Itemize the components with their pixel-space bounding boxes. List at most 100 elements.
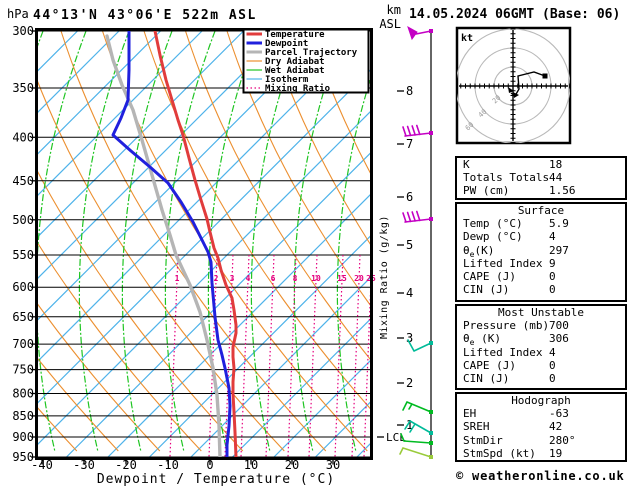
stat-row: Lifted Index 9 (457, 257, 625, 270)
stat-row: Pressure (mb) 700 (457, 319, 625, 332)
most-unstable-box-title: Most Unstable (497, 306, 585, 319)
km-tick-label: 2 (406, 376, 413, 390)
stat-row: EH -63 (457, 407, 625, 420)
stat-value: 9 (549, 256, 556, 270)
stat-label: CIN (J) (463, 283, 510, 297)
wind-barb (402, 401, 433, 414)
mixing-ratio-label: 2 (214, 274, 219, 283)
mixing-ratio-labels: 1 2 3 4 6 8 10 15 20 25 (175, 274, 376, 283)
mixing-ratio-line (169, 254, 179, 457)
stat-row: Temp (°C) 5.9 (457, 217, 625, 230)
stat-row: Dewp (°C) 4 (457, 230, 625, 243)
stat-label: θe(K) (463, 243, 495, 259)
most-unstable-box: Most Unstable Pressure (mb) 700 θe (K) 306 Li… (455, 304, 627, 390)
stat-label: CAPE (J) (463, 358, 516, 372)
pressure-tick-label: 450 (12, 174, 34, 188)
km-tick-label: 7 (406, 137, 413, 151)
mixing-ratio-lines (169, 254, 370, 457)
mixing-ratio-line (308, 254, 318, 457)
stat-label: StmDir (463, 433, 503, 447)
barb-node (429, 341, 433, 345)
barb-stroke (399, 447, 432, 458)
stat-value: 306 (549, 332, 569, 346)
surface-box: Surface Temp (°C) 5.9 Dewp (°C) 4 θe(K) 297 Lif… (455, 202, 627, 302)
stat-value: 0 (549, 371, 556, 385)
stat-label: CIN (J) (463, 371, 510, 385)
stat-value: 280° (549, 433, 576, 447)
stat-label: Temp (°C) (463, 217, 523, 231)
stat-row: CIN (J) 0 (457, 283, 625, 296)
temp-tick-label: -10 (157, 458, 179, 472)
mixing-ratio-label: 15 (337, 274, 347, 283)
pressure-tick-label: 650 (12, 310, 34, 324)
barb-stroke (402, 210, 432, 223)
wet-adiabat-line (250, 31, 302, 452)
wind-barb-staff (399, 25, 433, 459)
temp-tick-label: 30 (326, 458, 340, 472)
stat-value: 1.56 (549, 184, 576, 198)
x-axis-label: Dewpoint / Temperature (°C) (96, 472, 336, 486)
footer-credit: © weatheronline.co.uk (456, 469, 625, 483)
hodograph-stats-box-title: Hodograph (511, 394, 571, 407)
pressure-tick-label: 400 (12, 130, 34, 144)
stat-label: Dewp (°C) (463, 230, 523, 244)
stat-value: 700 (549, 319, 569, 333)
stat-row: CAPE (J) 0 (457, 359, 625, 372)
wet-adiabat-line (38, 31, 87, 452)
temp-tick-label: -20 (115, 458, 137, 472)
wet-adiabat-line (78, 31, 130, 452)
stat-label: CAPE (J) (463, 269, 516, 283)
stat-row: SREH 42 (457, 420, 625, 433)
pressure-unit-label: hPa (7, 7, 29, 21)
station-title: 44°13'N 43°06'E 522m ASL (33, 8, 257, 23)
stat-row: CIN (J) 0 (457, 372, 625, 385)
surface-box-title: Surface (517, 204, 565, 217)
stat-label: K (463, 158, 470, 171)
wet-adiabat-line (121, 31, 173, 452)
mixing-ratio-label: 8 (293, 274, 298, 283)
stat-label: θe (K) (463, 332, 501, 348)
stat-value: 44 (549, 171, 563, 185)
pressure-tick-label: 350 (12, 81, 34, 95)
dry-adiabat-line (38, 81, 285, 452)
temp-tick-label: 20 (285, 458, 299, 472)
stat-label: StmSpd (kt) (463, 446, 536, 460)
legend-label: Mixing Ratio (265, 83, 330, 94)
stat-label: PW (cm) (463, 184, 510, 198)
dry-adiabat-line (226, 31, 370, 306)
mixing-ratio-label: 10 (311, 274, 321, 283)
stat-row: PW (cm) 1.56 (457, 184, 625, 197)
pressure-tick-label: 600 (12, 280, 34, 294)
barb-node (429, 217, 433, 221)
dry-adiabat-line (143, 31, 370, 410)
wind-barb (402, 124, 433, 137)
km-axis-unit-label: km (386, 3, 401, 17)
stat-value: 0 (549, 358, 556, 372)
mixing-ratio-label: 6 (271, 274, 276, 283)
mixing-ratio-axis-label: Mixing Ratio (g/kg) (379, 215, 390, 339)
dry-adiabat-line (101, 31, 368, 452)
hodograph-trace-end-marker (542, 73, 548, 79)
stat-value: 4 (549, 345, 556, 359)
wind-barb (407, 25, 433, 41)
stat-value: 5.9 (549, 217, 569, 231)
barb-node (429, 455, 433, 459)
barb-node (429, 29, 433, 33)
pressure-tick-label: 300 (12, 24, 34, 38)
stat-row: K 18 (457, 158, 625, 171)
stat-row: θe(K) 297 (457, 243, 625, 259)
asl-axis-unit-label: ASL (379, 17, 401, 31)
km-tick-label: 6 (406, 190, 413, 204)
barb-node (429, 131, 433, 135)
stat-row: CAPE (J) 0 (457, 270, 625, 283)
pressure-tick-label: 850 (12, 409, 34, 423)
temp-tick-label: -40 (31, 458, 53, 472)
temp-tick-label: 10 (244, 458, 258, 472)
wind-barb (399, 447, 433, 459)
km-tick-label: 5 (406, 238, 413, 252)
mixing-ratio-label: 3 (230, 274, 235, 283)
stat-value: 0 (549, 283, 556, 297)
mixing-ratio-label: 4 (246, 274, 251, 283)
stat-value: 42 (549, 420, 563, 434)
pressure-tick-label: 750 (12, 363, 34, 377)
